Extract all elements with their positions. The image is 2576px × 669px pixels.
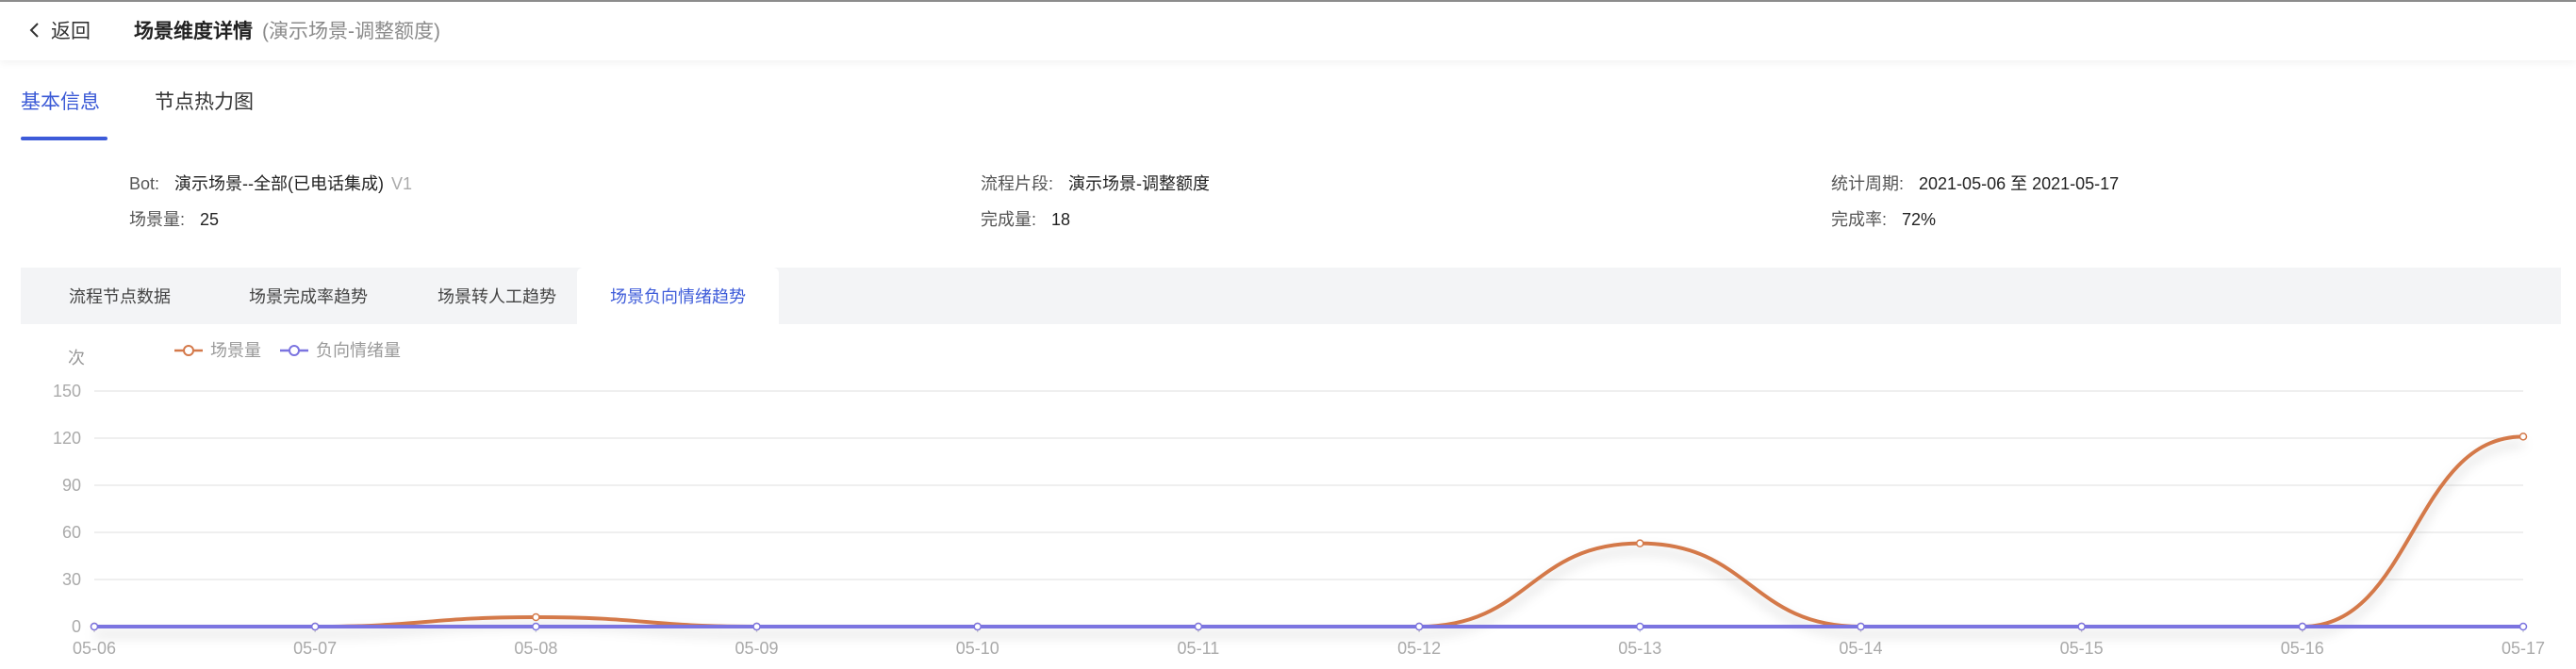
data-point xyxy=(1636,539,1644,547)
data-point xyxy=(752,622,761,631)
scene-count-label: 场景量: xyxy=(129,210,186,229)
complete-count-label: 完成量: xyxy=(981,210,1037,229)
y-tick-label: 0 xyxy=(72,617,81,636)
legend-label: 负向情绪量 xyxy=(316,341,401,360)
top-bar: 返回 场景维度详情 (演示场景-调整额度) xyxy=(0,0,2576,60)
data-point xyxy=(1636,622,1644,631)
legend-item[interactable]: 场景量 xyxy=(174,341,261,360)
data-point xyxy=(1857,622,1865,631)
data-point xyxy=(1194,622,1203,631)
back-button[interactable]: 返回 xyxy=(28,13,91,47)
legend-swatch-marker xyxy=(183,345,194,356)
y-axis-ticks: 0 30 60 90 120 150 xyxy=(53,382,81,636)
y-tick-label: 150 xyxy=(53,382,81,400)
x-tick-label: 05-08 xyxy=(514,639,557,658)
x-tick-label: 05-17 xyxy=(2502,639,2545,658)
chevron-left-icon xyxy=(29,23,39,38)
subtab-negative-emotion-trend[interactable]: 场景负向情绪趋势 xyxy=(577,268,779,324)
info-complete-count: 完成量: 18 xyxy=(981,206,1070,231)
complete-rate-value: 72% xyxy=(1902,210,1937,229)
y-tick-label: 30 xyxy=(62,570,81,589)
x-tick-label: 05-10 xyxy=(956,639,999,658)
x-tick-label: 05-16 xyxy=(2281,639,2324,658)
bot-value: 演示场景--全部(已电话集成) xyxy=(174,174,385,193)
x-tick-label: 05-15 xyxy=(2060,639,2104,658)
data-point xyxy=(973,622,982,631)
period-label: 统计周期: xyxy=(1831,174,1905,193)
page-title: 场景维度详情 (演示场景-调整额度) xyxy=(134,13,440,47)
tab-node-heatmap[interactable]: 节点热力图 xyxy=(155,87,254,115)
chart-series xyxy=(90,432,2528,631)
active-tab-indicator xyxy=(21,137,107,140)
y-axis-label: 次 xyxy=(68,349,85,367)
scene-count-value: 25 xyxy=(200,210,220,229)
legend-swatch-marker xyxy=(289,345,300,356)
bot-version: V1 xyxy=(391,174,413,193)
segment-label: 流程片段: xyxy=(981,174,1054,193)
data-point xyxy=(2518,432,2528,441)
y-tick-label: 90 xyxy=(62,476,81,495)
tab-basic-info[interactable]: 基本信息 xyxy=(21,87,100,115)
subtab-completion-trend[interactable]: 场景完成率趋势 xyxy=(219,268,398,324)
x-tick-label: 05-07 xyxy=(293,639,337,658)
data-point xyxy=(1414,622,1424,631)
y-tick-label: 60 xyxy=(62,523,81,542)
complete-rate-label: 完成率: xyxy=(1831,210,1888,229)
page-title-text: 场景维度详情 xyxy=(134,21,253,42)
x-tick-label: 05-09 xyxy=(735,639,779,658)
trend-chart: 场景量 负向情绪量 次 0 30 60 90 120 150 05-06 05-07 05-08… xyxy=(53,341,2545,658)
subtab-flow-node-data[interactable]: 流程节点数据 xyxy=(40,268,200,324)
data-point xyxy=(2077,622,2086,631)
data-point xyxy=(2298,622,2307,631)
data-point xyxy=(532,622,540,631)
bot-label: Bot: xyxy=(129,174,160,193)
data-point xyxy=(310,622,320,631)
chart-grid xyxy=(94,390,2523,628)
series-negative-emotion xyxy=(90,622,2528,631)
segment-value: 演示场景-调整额度 xyxy=(1068,174,1211,193)
legend-label: 场景量 xyxy=(210,341,261,360)
x-axis-ticks: 05-06 05-07 05-08 05-09 05-10 05-11 05-12 05-13… xyxy=(73,627,2545,658)
page-subtitle: (演示场景-调整额度) xyxy=(262,21,440,42)
main-tabs: 基本信息 节点热力图 xyxy=(0,66,2576,141)
data-point xyxy=(532,612,540,622)
info-scene-count: 场景量: 25 xyxy=(129,206,219,231)
complete-count-value: 18 xyxy=(1051,210,1071,229)
x-tick-label: 05-13 xyxy=(1618,639,1661,658)
x-tick-label: 05-06 xyxy=(73,639,116,658)
back-label: 返回 xyxy=(51,21,91,42)
info-complete-rate: 完成率: 72% xyxy=(1831,206,1936,231)
x-tick-label: 05-14 xyxy=(1839,639,1882,658)
info-segment: 流程片段: 演示场景-调整额度 xyxy=(981,171,1210,195)
x-tick-label: 05-11 xyxy=(1178,639,1220,658)
info-period: 统计周期: 2021-05-06 至 2021-05-17 xyxy=(1831,171,2119,195)
y-tick-label: 120 xyxy=(53,429,81,448)
chart-subtabs: 流程节点数据 场景完成率趋势 场景转人工趋势 场景负向情绪趋势 xyxy=(21,268,2561,324)
data-point xyxy=(90,622,99,631)
chart-legend: 场景量 负向情绪量 xyxy=(174,341,401,360)
x-tick-label: 05-12 xyxy=(1397,639,1441,658)
period-value: 2021-05-06 至 2021-05-17 xyxy=(1919,174,2120,193)
data-point xyxy=(2518,622,2528,631)
series-line xyxy=(94,434,2524,628)
info-bot: Bot: 演示场景--全部(已电话集成) V1 xyxy=(129,171,412,195)
series-scene-count xyxy=(90,432,2528,631)
legend-item[interactable]: 负向情绪量 xyxy=(280,341,401,360)
subtab-transfer-trend[interactable]: 场景转人工趋势 xyxy=(407,268,586,324)
